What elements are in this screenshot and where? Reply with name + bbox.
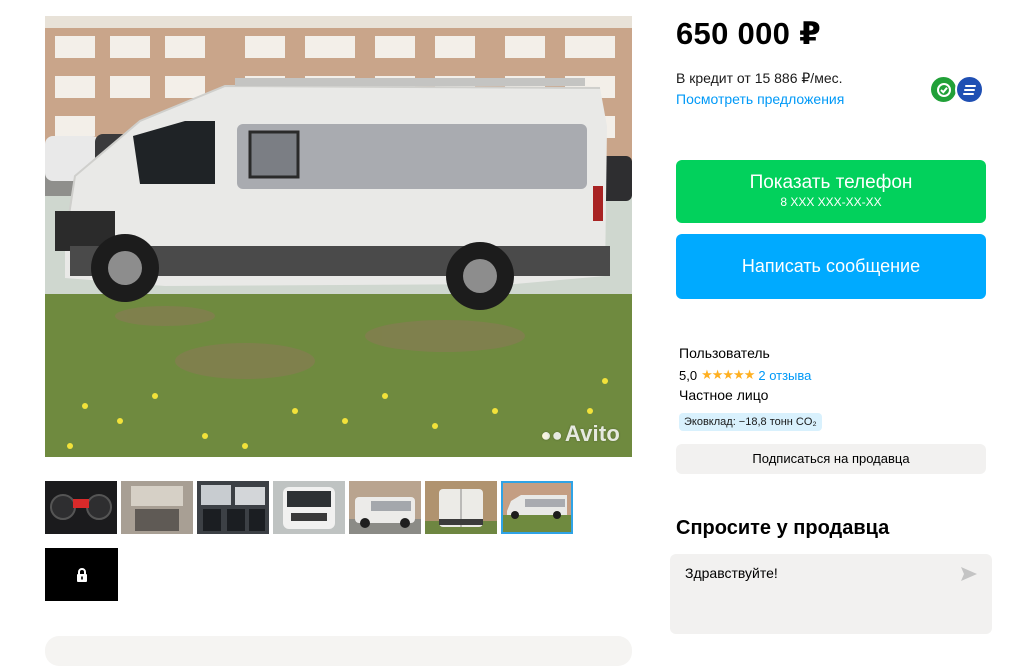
bank-menu-icon [955,75,984,104]
interior-photo [121,481,193,534]
description-card [45,636,632,666]
avito-watermark: ●●Avito [540,421,620,446]
send-icon[interactable] [960,566,978,582]
thumbnail-van-front[interactable] [273,481,345,534]
seats-photo [197,481,269,534]
thumbnail-dashboard[interactable] [45,481,117,534]
bank-icons[interactable] [929,75,987,105]
rating-stars-icon: ★★★★★ [701,367,755,382]
van-front-photo [273,481,345,534]
dashboard-photo [45,481,117,534]
thumbnail-van-rear[interactable] [425,481,497,534]
seller-name[interactable]: Пользователь [679,345,770,361]
subscribe-button[interactable]: Подписаться на продавца [676,444,986,474]
thumbnail-interior[interactable] [121,481,193,534]
credit-offers-link[interactable]: Посмотреть предложения [676,91,844,107]
lock-icon [76,567,87,582]
message-input[interactable] [685,565,935,581]
write-message-button[interactable]: Написать сообщение [676,234,986,299]
van-grass-photo [501,481,573,534]
main-photo[interactable]: ●●Avito [45,16,632,457]
ask-seller-box [670,554,992,634]
thumbnail-van-side[interactable] [349,481,421,534]
rating-value: 5,0 [679,367,698,383]
thumbnail-strip [45,481,573,534]
ask-seller-title: Спросите у продавца [676,517,890,539]
thumbnail-van-grass[interactable] [501,481,573,534]
price: 650 000 ₽ [676,16,821,51]
credit-text: В кредит от 15 886 ₽/мес. [676,70,843,86]
seller-rating: 5,0 ★★★★★ 2 отзыва [679,367,811,383]
thumbnail-seats[interactable] [197,481,269,534]
lock-button[interactable] [45,548,118,601]
seller-type: Частное лицо [679,387,769,403]
show-phone-label: Показать телефон [749,172,913,193]
van-side-photo [349,481,421,534]
eco-badge[interactable]: Эковклад: −18,8 тонн CO₂ [679,413,822,431]
masked-phone-number: 8 XXX XXX-XX-XX [780,195,882,209]
sber-icon [929,75,958,104]
van-rear-photo [425,481,497,534]
reviews-link[interactable]: 2 отзыва [758,368,811,383]
show-phone-button[interactable]: Показать телефон 8 XXX XXX-XX-XX [676,160,986,223]
van-photo [45,16,632,457]
